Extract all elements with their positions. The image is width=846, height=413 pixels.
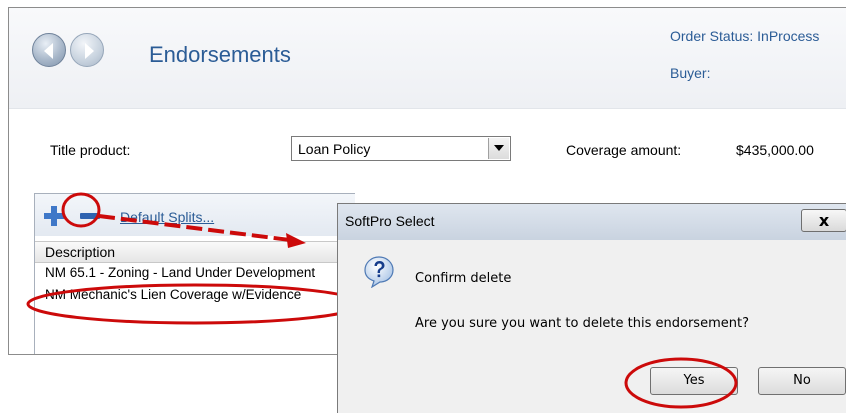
row-description: NM Mechanic's Lien Coverage w/Evidence (45, 287, 302, 302)
yes-button[interactable]: Yes (650, 367, 738, 395)
back-button[interactable] (32, 33, 66, 67)
row-description: NM 65.1 - Zoning - Land Under Developmen… (45, 265, 316, 280)
page-title: Endorsements (149, 42, 291, 67)
confirm-delete-dialog: SoftPro Select x Confirm delete Are you … (337, 203, 846, 413)
close-button[interactable]: x (801, 209, 846, 232)
dialog-message: Are you sure you want to delete this end… (415, 316, 749, 331)
header-bar: Endorsements Order Status: InProcess Buy… (9, 8, 846, 109)
title-product-value: Loan Policy (298, 141, 371, 157)
title-product-select[interactable]: Loan Policy (291, 136, 511, 161)
order-status: Order Status: InProcess (670, 28, 820, 44)
remove-icon[interactable] (78, 205, 102, 227)
coverage-amount-label: Coverage amount: (566, 142, 682, 158)
table-row[interactable]: NM Mechanic's Lien Coverage w/Evidence (35, 285, 355, 305)
forward-button[interactable] (70, 33, 104, 67)
arrow-left-icon (44, 43, 53, 59)
buyer-label: Buyer: (670, 65, 711, 81)
default-splits-link[interactable]: Default Splits... (120, 209, 214, 225)
no-button[interactable]: No (758, 367, 846, 395)
add-icon[interactable] (43, 205, 65, 227)
question-icon (364, 256, 394, 288)
column-header-label: Description (45, 244, 116, 260)
column-header-description[interactable]: Description (35, 241, 355, 263)
chevron-down-icon (494, 145, 504, 151)
table-row[interactable]: NM 65.1 - Zoning - Land Under Developmen… (35, 263, 355, 283)
coverage-amount-value: $435,000.00 (736, 142, 814, 158)
dialog-titlebar: SoftPro Select x (338, 204, 846, 240)
dialog-heading: Confirm delete (415, 271, 512, 286)
title-product-label: Title product: (50, 142, 131, 158)
grid-toolbar: Default Splits... (35, 194, 355, 236)
endorsement-grid: Default Splits... Description NM 65.1 - … (34, 193, 355, 354)
dropdown-button[interactable] (488, 138, 509, 159)
dialog-title: SoftPro Select (345, 213, 435, 229)
close-icon: x (818, 211, 830, 230)
arrow-right-icon (85, 43, 94, 59)
